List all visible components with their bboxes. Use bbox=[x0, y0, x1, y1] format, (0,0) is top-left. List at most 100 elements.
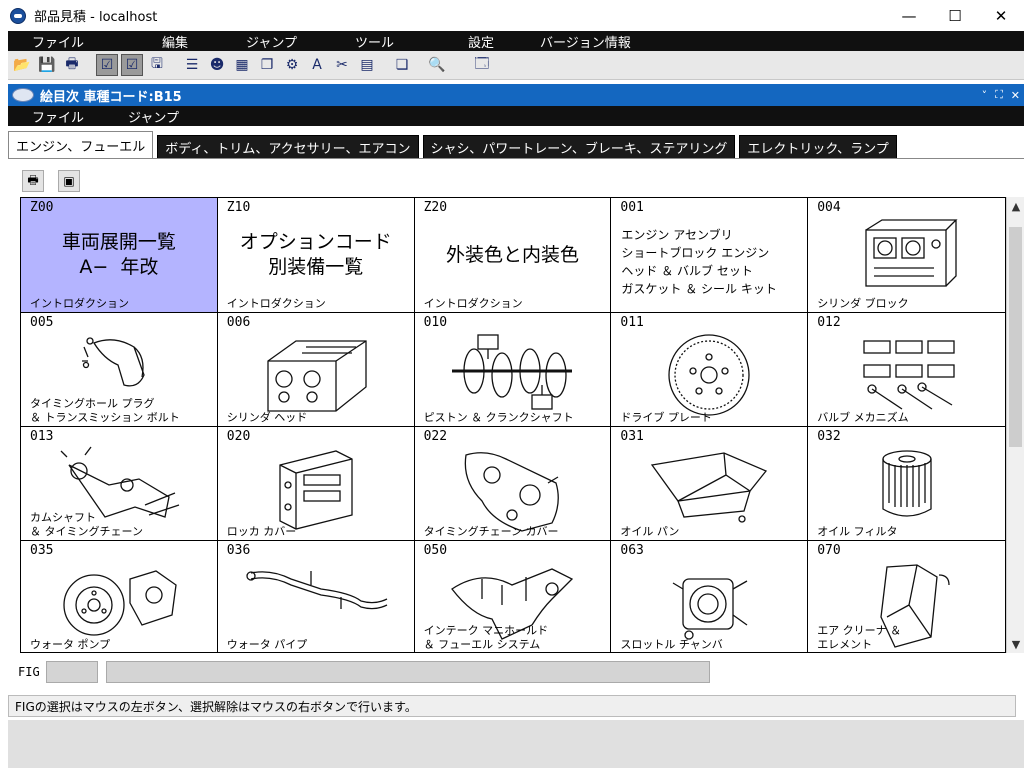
save-all-icon[interactable]: 🖫 bbox=[146, 54, 168, 76]
window-left-border bbox=[0, 31, 8, 768]
part-illustration-icon bbox=[256, 331, 376, 421]
fig-cell-022[interactable]: 022 タイミングチェーン カバー bbox=[414, 427, 612, 541]
fig-code: 013 bbox=[30, 429, 54, 444]
scroll-thumb[interactable] bbox=[1009, 227, 1022, 447]
fig-code: 036 bbox=[226, 543, 251, 558]
window-title: 部品見積 - localhost bbox=[34, 10, 158, 25]
subwindow-dropdown-button[interactable]: ˅ bbox=[982, 89, 988, 102]
fig-label: タイミングチェーン カバー bbox=[423, 525, 559, 538]
menu-version-info[interactable]: バージョン情報 bbox=[512, 32, 649, 51]
subwindow-title-bar: 絵目次 車種コード:B15 ˅ ⛶ ✕ bbox=[8, 84, 1024, 106]
fig-code: Z10 bbox=[226, 200, 251, 215]
tool-icon[interactable]: ⚙ bbox=[281, 54, 303, 76]
check-doc-icon[interactable]: ☑ bbox=[121, 54, 143, 76]
fig-title: オプションコード 別装備一覧 bbox=[239, 231, 392, 278]
tab-electric[interactable]: エレクトリック、ランプ bbox=[739, 135, 897, 159]
window-icon[interactable]: 🗔 bbox=[471, 54, 493, 76]
subaru-logo-icon bbox=[12, 88, 34, 102]
save-icon[interactable]: 💾 bbox=[36, 54, 58, 76]
fig-code: 005 bbox=[30, 315, 54, 330]
fig-name-field[interactable] bbox=[106, 661, 710, 683]
fig-cell-070[interactable]: 070 エア クリーナ ＆ エレメント bbox=[808, 541, 1005, 652]
fig-code: 010 bbox=[423, 315, 448, 330]
subwindow-restore-button[interactable]: ⛶ bbox=[995, 88, 1003, 102]
scissors-icon[interactable]: ✂ bbox=[331, 54, 353, 76]
fig-cell-036[interactable]: 036 ウォータ パイプ bbox=[217, 541, 415, 652]
menu-jump[interactable]: ジャンプ bbox=[206, 32, 315, 51]
category-tabs: エンジン、フューエル ボディ、トリム、アクセサリー、エアコン シャシ、パワートレ… bbox=[8, 131, 1024, 159]
table-icon[interactable]: ▦ bbox=[231, 54, 253, 76]
fig-cell-004[interactable]: 004 シリンダ ブロック bbox=[808, 198, 1005, 313]
main-menu-bar: ファイル 編集 ジャンプ ツール 設定 バージョン情報 bbox=[8, 31, 1024, 51]
fig-cell-035[interactable]: 035 ウォータ ポンプ bbox=[21, 541, 218, 652]
pages-icon[interactable]: ❏ bbox=[391, 54, 413, 76]
list-icon[interactable]: ☰ bbox=[181, 54, 203, 76]
menu-tools[interactable]: ツール bbox=[315, 32, 412, 51]
search-doc-icon[interactable]: 🔍 bbox=[426, 54, 448, 76]
menu-settings[interactable]: 設定 bbox=[412, 32, 512, 51]
fig-cell-001[interactable]: 001 エンジン アセンブリ ショートブロック エンジン ヘッド ＆ バルブ セッ… bbox=[611, 198, 809, 313]
print-icon[interactable]: 🖶 bbox=[61, 54, 83, 76]
tab-engine-fuel[interactable]: エンジン、フューエル bbox=[8, 131, 154, 159]
tab-divider bbox=[8, 158, 1024, 159]
fig-number-field[interactable] bbox=[46, 661, 98, 683]
fig-code: 011 bbox=[620, 315, 644, 330]
fig-code: 020 bbox=[226, 429, 251, 444]
fig-label: ウォータ ポンプ bbox=[30, 638, 111, 651]
fig-code: 004 bbox=[817, 200, 841, 215]
text-icon[interactable]: A bbox=[306, 54, 328, 76]
submenu-file[interactable]: ファイル bbox=[8, 107, 98, 126]
fig-cell-010[interactable]: 010 ピストン ＆ クランクシャフト bbox=[414, 313, 612, 427]
fig-item-list: エンジン アセンブリ ショートブロック エンジン ヘッド ＆ バルブ セット ガ… bbox=[621, 228, 777, 296]
grid-scrollbar[interactable]: ▲ ▼ bbox=[1006, 197, 1024, 653]
part-illustration-icon bbox=[644, 445, 774, 535]
fig-cell-z10[interactable]: Z10 オプションコード 別装備一覧 イントロダクション bbox=[217, 198, 415, 313]
fig-code: 012 bbox=[817, 315, 841, 330]
subwindow-title: 絵目次 車種コード:B15 bbox=[40, 89, 182, 105]
fig-code: 032 bbox=[817, 429, 841, 444]
check-icon[interactable]: ☑ bbox=[96, 54, 118, 76]
person-icon[interactable]: ☻ bbox=[206, 54, 228, 76]
fig-label: シリンダ ヘッド bbox=[226, 411, 308, 424]
scroll-down-arrow-icon[interactable]: ▼ bbox=[1007, 635, 1024, 653]
scroll-up-arrow-icon[interactable]: ▲ bbox=[1007, 197, 1024, 215]
fig-cell-z00[interactable]: Z00 車両展開一覧 A− 年改 イントロダクション bbox=[21, 198, 218, 313]
dbf-icon[interactable]: ▤ bbox=[356, 54, 378, 76]
fig-cell-050[interactable]: 050 インテーク マニホールド ＆ フューエル システム bbox=[414, 541, 612, 652]
submenu-jump[interactable]: ジャンプ bbox=[98, 107, 193, 126]
print-icon[interactable]: 🖶 bbox=[22, 170, 44, 192]
fig-cell-005[interactable]: 005 タイミングホール プラグ ＆ トランスミッション ボルト bbox=[21, 313, 218, 427]
close-button[interactable]: ✕ bbox=[978, 0, 1024, 31]
copy-icon[interactable]: ❐ bbox=[256, 54, 278, 76]
fig-code: 035 bbox=[30, 543, 54, 558]
image-icon[interactable]: ▣ bbox=[58, 170, 80, 192]
fig-cell-020[interactable]: 020 ロッカ カバー bbox=[217, 427, 415, 541]
fig-label: ウォータ パイプ bbox=[226, 638, 308, 651]
fig-label: ドライブ プレート bbox=[620, 411, 712, 424]
figure-grid: Z00 車両展開一覧 A− 年改 イントロダクション Z10 オプションコード 別装備一… bbox=[20, 197, 1006, 653]
menu-file[interactable]: ファイル bbox=[8, 32, 102, 51]
fig-cell-012[interactable]: 012 バルブ メカニズム bbox=[808, 313, 1005, 427]
menu-edit[interactable]: 編集 bbox=[102, 32, 206, 51]
status-bar: FIGの選択はマウスの左ボタン、選択解除はマウスの右ボタンで行います。 bbox=[8, 695, 1016, 717]
part-illustration-icon bbox=[852, 331, 962, 421]
minimize-button[interactable]: — bbox=[886, 0, 932, 31]
fig-row: FIG bbox=[8, 658, 1024, 686]
fig-code: Z20 bbox=[423, 200, 448, 215]
subwindow-close-button[interactable]: ✕ bbox=[1011, 89, 1020, 102]
tab-chassis[interactable]: シャシ、パワートレーン、ブレーキ、ステアリング bbox=[422, 135, 736, 159]
fig-label: イントロダクション bbox=[30, 297, 129, 310]
fig-cell-z20[interactable]: Z20 外装色と内装色 イントロダクション bbox=[414, 198, 612, 313]
fig-cell-031[interactable]: 031 オイル パン bbox=[611, 427, 809, 541]
fig-cell-013[interactable]: 013 カムシャフト ＆ タイミングチェーン bbox=[21, 427, 218, 541]
tab-body-trim[interactable]: ボディ、トリム、アクセサリー、エアコン bbox=[157, 135, 419, 159]
fig-cell-006[interactable]: 006 シリンダ ヘッド bbox=[217, 313, 415, 427]
fig-label: ロッカ カバー bbox=[226, 525, 297, 538]
fig-cell-063[interactable]: 063 スロットル チャンバ bbox=[611, 541, 809, 652]
open-icon[interactable]: 📂 bbox=[11, 54, 33, 76]
fig-cell-011[interactable]: 011 ドライブ プレート bbox=[611, 313, 809, 427]
maximize-button[interactable]: ☐ bbox=[932, 0, 978, 31]
grid-toolbar: 🖶 ▣ bbox=[8, 166, 1024, 196]
fig-cell-032[interactable]: 032 オイル フィルタ bbox=[808, 427, 1005, 541]
fig-code: 031 bbox=[620, 429, 644, 444]
